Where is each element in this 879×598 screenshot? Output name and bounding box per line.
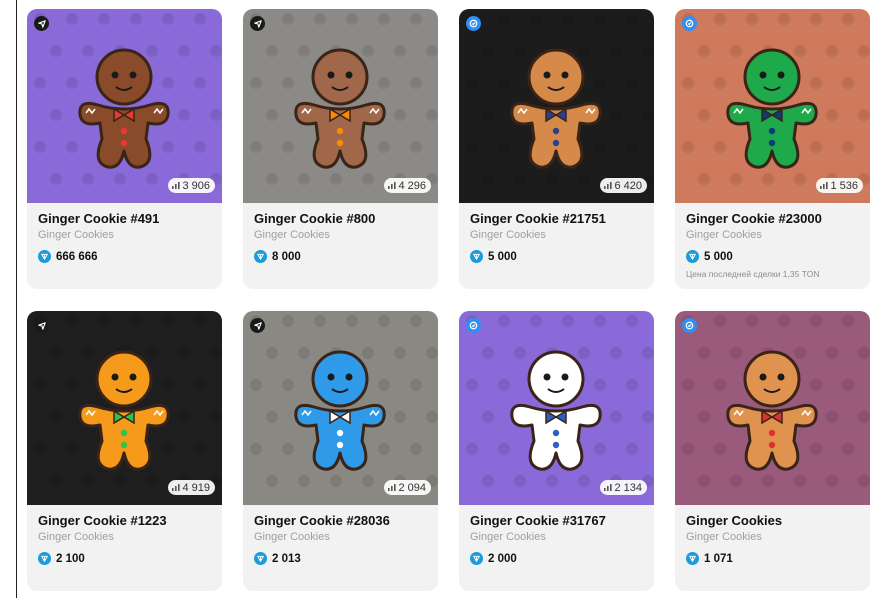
price-value: 8 000 bbox=[272, 250, 301, 263]
views-count: 6 420 bbox=[614, 179, 642, 192]
ton-icon bbox=[470, 250, 483, 263]
ton-icon bbox=[254, 250, 267, 263]
verified-icon bbox=[682, 16, 697, 31]
verified-icon bbox=[250, 16, 265, 31]
gift-image: 4 919 bbox=[27, 311, 222, 505]
gift-image bbox=[675, 311, 870, 505]
gift-card-4[interactable]: 1 536 Ginger Cookie #23000 Ginger Cookie… bbox=[675, 9, 870, 289]
gift-card-2[interactable]: 4 296 Ginger Cookie #800 Ginger Cookies … bbox=[243, 9, 438, 289]
verified-icon bbox=[466, 318, 481, 333]
price-value: 2 013 bbox=[272, 552, 301, 565]
gift-image: 1 536 bbox=[675, 9, 870, 203]
price-value: 1 071 bbox=[704, 552, 733, 565]
price: 666 666 bbox=[38, 250, 98, 263]
ginger-cookie-image bbox=[294, 350, 386, 471]
ginger-cookie-image bbox=[726, 350, 818, 471]
views-badge: 1 536 bbox=[816, 178, 863, 193]
ton-icon bbox=[38, 250, 51, 263]
ginger-cookie-image bbox=[510, 350, 602, 471]
collection-name[interactable]: Ginger Cookies bbox=[470, 229, 546, 241]
gift-image: 3 906 bbox=[27, 9, 222, 203]
views-badge: 4 919 bbox=[168, 480, 215, 495]
views-count: 4 296 bbox=[398, 179, 426, 192]
price-value: 2 000 bbox=[488, 552, 517, 565]
views-badge: 6 420 bbox=[600, 178, 647, 193]
verified-icon bbox=[250, 318, 265, 333]
collection-name[interactable]: Ginger Cookies bbox=[470, 531, 546, 543]
ginger-cookie-image bbox=[510, 48, 602, 169]
collection-name[interactable]: Ginger Cookies bbox=[38, 229, 114, 241]
views-badge: 2 134 bbox=[600, 480, 647, 495]
verified-icon bbox=[34, 318, 49, 333]
price-value: 5 000 bbox=[488, 250, 517, 263]
verified-icon bbox=[466, 16, 481, 31]
gift-image: 6 420 bbox=[459, 9, 654, 203]
price: 8 000 bbox=[254, 250, 301, 263]
gift-card-5[interactable]: 4 919 Ginger Cookie #1223 Ginger Cookies… bbox=[27, 311, 222, 591]
gift-card-8[interactable]: Ginger Cookies Ginger Cookies 1 071 bbox=[675, 311, 870, 591]
price: 2 013 bbox=[254, 552, 301, 565]
price: 2 100 bbox=[38, 552, 85, 565]
gift-image: 2 094 bbox=[243, 311, 438, 505]
views-count: 1 536 bbox=[830, 179, 858, 192]
gift-title: Ginger Cookie #31767 bbox=[470, 513, 606, 528]
views-count: 2 134 bbox=[614, 481, 642, 494]
views-badge: 4 296 bbox=[384, 178, 431, 193]
ginger-cookie-image bbox=[726, 48, 818, 169]
gift-card-1[interactable]: 3 906 Ginger Cookie #491 Ginger Cookies … bbox=[27, 9, 222, 289]
gift-grid: 3 906 Ginger Cookie #491 Ginger Cookies … bbox=[27, 9, 870, 591]
bars-icon bbox=[388, 182, 397, 189]
collection-name[interactable]: Ginger Cookies bbox=[254, 229, 330, 241]
price: 2 000 bbox=[470, 552, 517, 565]
price: 1 071 bbox=[686, 552, 733, 565]
gift-title: Ginger Cookie #491 bbox=[38, 211, 160, 226]
gift-card-7[interactable]: 2 134 Ginger Cookie #31767 Ginger Cookie… bbox=[459, 311, 654, 591]
verified-icon bbox=[34, 16, 49, 31]
gift-title: Ginger Cookie #23000 bbox=[686, 211, 822, 226]
collection-name[interactable]: Ginger Cookies bbox=[38, 531, 114, 543]
bars-icon bbox=[388, 484, 397, 491]
gift-title: Ginger Cookies bbox=[686, 513, 783, 528]
verified-icon bbox=[682, 318, 697, 333]
views-count: 4 919 bbox=[182, 481, 210, 494]
price-value: 2 100 bbox=[56, 552, 85, 565]
gift-title: Ginger Cookie #21751 bbox=[470, 211, 606, 226]
price-value: 5 000 bbox=[704, 250, 733, 263]
collection-name[interactable]: Ginger Cookies bbox=[686, 531, 762, 543]
gift-title: Ginger Cookie #800 bbox=[254, 211, 376, 226]
gift-card-3[interactable]: 6 420 Ginger Cookie #21751 Ginger Cookie… bbox=[459, 9, 654, 289]
bars-icon bbox=[820, 182, 829, 189]
left-border bbox=[16, 0, 17, 598]
gift-title: Ginger Cookie #28036 bbox=[254, 513, 390, 528]
views-count: 2 094 bbox=[398, 481, 426, 494]
gift-image: 2 134 bbox=[459, 311, 654, 505]
bars-icon bbox=[172, 484, 181, 491]
ton-icon bbox=[470, 552, 483, 565]
collection-name[interactable]: Ginger Cookies bbox=[686, 229, 762, 241]
ginger-cookie-image bbox=[294, 48, 386, 169]
views-count: 3 906 bbox=[182, 179, 210, 192]
views-badge: 2 094 bbox=[384, 480, 431, 495]
ton-icon bbox=[254, 552, 267, 565]
ton-icon bbox=[686, 552, 699, 565]
bars-icon bbox=[172, 182, 181, 189]
price: 5 000 bbox=[470, 250, 517, 263]
ton-icon bbox=[38, 552, 51, 565]
bars-icon bbox=[604, 182, 613, 189]
last-sale-note: Цена последней сделки 1,35 TON bbox=[686, 269, 820, 279]
ginger-cookie-image bbox=[78, 350, 170, 471]
ginger-cookie-image bbox=[78, 48, 170, 169]
views-badge: 3 906 bbox=[168, 178, 215, 193]
bars-icon bbox=[604, 484, 613, 491]
price-value: 666 666 bbox=[56, 250, 98, 263]
price: 5 000 bbox=[686, 250, 733, 263]
gift-title: Ginger Cookie #1223 bbox=[38, 513, 167, 528]
gift-image: 4 296 bbox=[243, 9, 438, 203]
ton-icon bbox=[686, 250, 699, 263]
collection-name[interactable]: Ginger Cookies bbox=[254, 531, 330, 543]
gift-card-6[interactable]: 2 094 Ginger Cookie #28036 Ginger Cookie… bbox=[243, 311, 438, 591]
